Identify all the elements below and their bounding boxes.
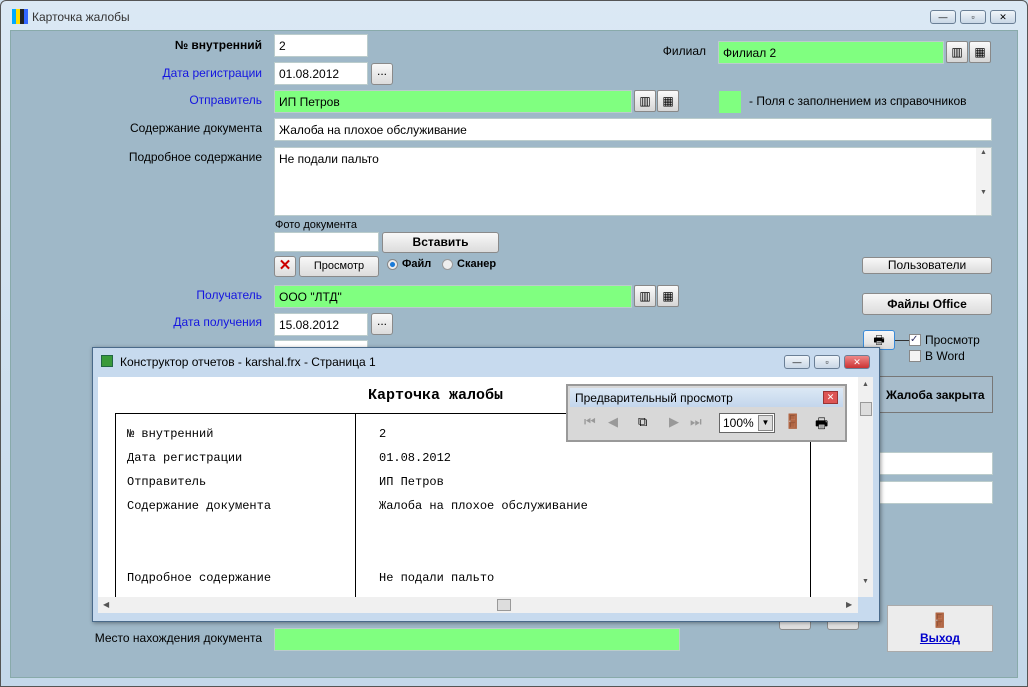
report-app-icon [101, 355, 113, 367]
right-field-1[interactable] [876, 452, 993, 475]
detail-scrollbar[interactable]: ▲ ▼ [976, 148, 991, 215]
maximize-button[interactable]: ▫ [960, 10, 986, 24]
report-key: Подробное содержание [127, 571, 272, 585]
report-value: 2 [379, 427, 387, 441]
photo-field[interactable] [274, 232, 379, 252]
window-title: Карточка жалобы [32, 10, 130, 24]
pages-icon[interactable]: ⧉ [638, 414, 647, 430]
last-page-icon[interactable]: ⏭ [690, 414, 702, 430]
delete-photo-icon[interactable]: ✕ [274, 256, 296, 277]
internal-no-label: № внутренний [174, 38, 262, 52]
sender-label[interactable]: Отправитель [100, 93, 262, 107]
preview-toolbar-title: Предварительный просмотр [575, 391, 733, 405]
zoom-dropdown-icon[interactable]: ▼ [758, 415, 773, 431]
radio-scanner[interactable] [442, 259, 453, 270]
sender-directory-icon[interactable]: ▥ [634, 90, 656, 112]
preview-close-icon[interactable]: ✕ [823, 391, 838, 404]
sender-table-icon[interactable]: ▦ [657, 90, 679, 112]
photo-label: Фото документа [275, 219, 357, 231]
exit-button[interactable]: 🚪 Выход [887, 605, 993, 652]
photo-view-button[interactable]: Просмотр [299, 256, 379, 277]
content-label: Содержание документа [130, 121, 262, 135]
branch-table-icon[interactable]: ▦ [969, 41, 991, 63]
zoom-value: 100% [723, 416, 754, 430]
branch-label: Филиал [662, 44, 706, 58]
right-field-2[interactable] [876, 481, 993, 504]
detail-textarea[interactable]: Не подали пальто [274, 147, 992, 216]
legend-swatch [719, 91, 741, 113]
recipient-directory-icon[interactable]: ▥ [634, 285, 656, 307]
report-value: ИП Петров [379, 475, 444, 489]
internal-no-field[interactable]: 2 [274, 34, 368, 57]
reg-date-label[interactable]: Дата регистрации [100, 66, 262, 80]
insert-button[interactable]: Вставить [382, 232, 499, 253]
recipient-table-icon[interactable]: ▦ [657, 285, 679, 307]
office-files-button[interactable]: Файлы Office [862, 293, 992, 315]
detail-label: Подробное содержание [128, 150, 262, 164]
legend-text: - Поля с заполнением из справочников [749, 94, 967, 108]
recipient-label[interactable]: Получатель [100, 288, 262, 302]
report-key: Дата регистрации [127, 451, 243, 465]
radio-file[interactable] [387, 259, 398, 270]
recipient-field[interactable]: ООО "ЛТД" [274, 285, 632, 308]
location-field[interactable] [274, 628, 680, 651]
prev-page-icon[interactable]: ◀ [608, 414, 618, 430]
content-field[interactable]: Жалоба на плохое обслуживание [274, 118, 992, 141]
location-label: Место нахождения документа [94, 631, 262, 645]
recv-date-field[interactable]: 15.08.2012 [274, 313, 368, 336]
report-key: Отправитель [127, 475, 207, 489]
report-maximize-button[interactable]: ▫ [814, 355, 840, 369]
report-value: Не подали пальто [379, 571, 495, 585]
exit-door-icon: 🚪 [931, 612, 949, 628]
report-close-button[interactable]: ✕ [844, 355, 870, 369]
close-button[interactable]: ✕ [990, 10, 1016, 24]
report-key: № внутренний [127, 427, 214, 441]
radio-file-label: Файл [402, 258, 432, 270]
reg-date-picker-button[interactable]: ... [371, 63, 393, 85]
exit-label[interactable]: Выход [888, 631, 992, 645]
connector-line [895, 340, 909, 341]
report-value: 01.08.2012 [379, 451, 452, 465]
recv-date-label[interactable]: Дата получения [100, 315, 262, 329]
recv-date-picker-button[interactable]: ... [371, 313, 393, 335]
next-page-icon[interactable]: ▶ [669, 414, 679, 430]
branch-field[interactable]: Филиал 2 [718, 41, 944, 64]
exit-preview-icon[interactable]: 🚪 [784, 413, 801, 430]
report-key: Содержание документа [127, 499, 272, 513]
complaint-closed-toggle[interactable]: Жалоба закрыта [873, 376, 993, 413]
word-checkbox-label: В Word [925, 349, 965, 363]
report-heading: Карточка жалобы [368, 387, 504, 404]
preview-checkbox-label: Просмотр [925, 333, 980, 347]
app-icon [12, 9, 28, 24]
report-table-divider [355, 413, 356, 597]
report-value: Жалоба на плохое обслуживание [379, 499, 588, 513]
sender-field[interactable]: ИП Петров [274, 90, 632, 113]
hscroll-thumb[interactable] [497, 599, 511, 611]
report-window-title: Конструктор отчетов - karshal.frx - Стра… [120, 355, 376, 369]
report-horizontal-scrollbar[interactable]: ◀ ▶ [98, 597, 858, 613]
preview-toolbar: Предварительный просмотр ✕ ⏮ ◀ ⧉ ▶ ⏭ 100… [566, 384, 847, 442]
branch-directory-icon[interactable]: ▥ [946, 41, 968, 63]
print-preview-icon[interactable]: 🖶 [815, 413, 828, 437]
radio-scanner-label: Сканер [457, 258, 497, 270]
word-checkbox[interactable] [909, 350, 921, 362]
report-vertical-scrollbar[interactable]: ▲ ▼ [858, 377, 873, 597]
first-page-icon[interactable]: ⏮ [584, 414, 596, 430]
users-button[interactable]: Пользователи [862, 257, 992, 274]
preview-checkbox[interactable]: ✓ [909, 334, 921, 346]
vscroll-thumb[interactable] [859, 402, 872, 416]
reg-date-field[interactable]: 01.08.2012 [274, 62, 368, 85]
minimize-button[interactable]: — [930, 10, 956, 24]
report-minimize-button[interactable]: — [784, 355, 810, 369]
